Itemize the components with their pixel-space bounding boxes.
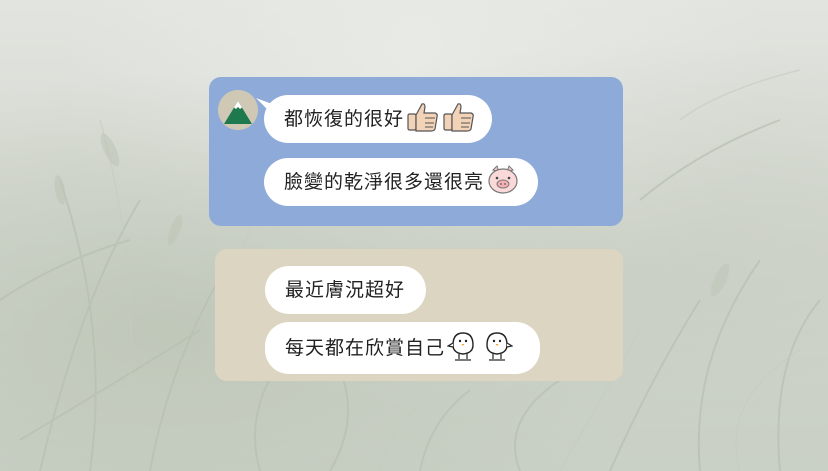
- message-bubble[interactable]: 臉變的乾淨很多還很亮: [264, 158, 538, 206]
- thumbs-up-icon: [442, 100, 476, 139]
- mountain-avatar-icon: [218, 90, 258, 130]
- chick-icon: [481, 329, 514, 368]
- message-text: 最近膚況超好: [285, 278, 406, 301]
- message-text: 每天都在欣賞自己: [285, 336, 446, 359]
- chick-icon: [446, 329, 479, 368]
- grass-background-decoration: [0, 69, 821, 471]
- message-bubble[interactable]: 最近膚況超好: [265, 266, 426, 314]
- message-bubble[interactable]: 都恢復的很好: [264, 95, 492, 143]
- message-text: 都恢復的很好: [284, 107, 405, 130]
- pig-face-icon: [486, 164, 520, 201]
- thumbs-up-icon: [406, 100, 440, 139]
- message-text: 臉變的乾淨很多還很亮: [284, 170, 485, 193]
- avatar[interactable]: [218, 90, 258, 130]
- message-bubble[interactable]: 每天都在欣賞自己: [265, 322, 540, 374]
